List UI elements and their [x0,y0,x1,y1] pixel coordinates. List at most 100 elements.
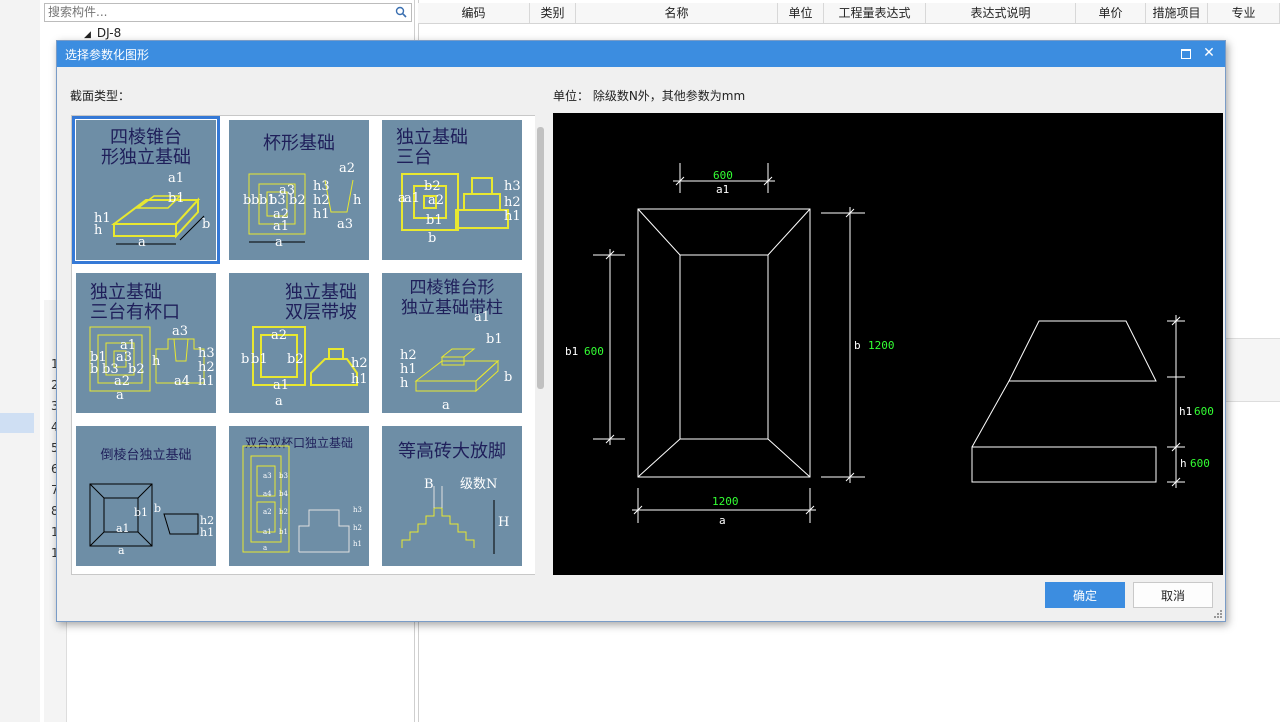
thumbnail-dim-label: a2 [428,193,444,208]
thumbnail-dim-label: b1 [168,191,185,206]
maximize-icon[interactable] [1181,49,1191,59]
thumbnail-dim-label: b3 [269,193,286,208]
shape-thumbnail[interactable]: 独立基础 双层带坡 a2 b b1 b2 a1 a h2 h1 [225,269,373,417]
grid-column-header[interactable]: 专业 [1208,3,1280,23]
grid-column-header[interactable]: 名称 [576,3,778,23]
thumbnail-image: 独立基础 双层带坡 a2 b b1 b2 a1 a h2 h1 [229,273,369,413]
thumbnail-drawing: a2a3 h3b b b1b3 b2a2a1ah2h1ha3 [243,161,362,250]
thumbnail-dim-label: b [428,231,436,246]
dialog-title-bar[interactable]: 选择参数化图形 ✕ [57,41,1225,67]
thumbnail-image: 倒棱台独立基础 b1 a1 a b h2 h1 [76,426,216,566]
grid-column-header[interactable]: 编码 [418,3,530,23]
grid-column-header[interactable]: 单位 [778,3,824,23]
thumbnail-dim-label: a3 [337,217,353,232]
thumbnail-dim-label: a4 [263,490,272,498]
left-dim-label: b1 [565,345,578,358]
thumbnail-dim-label: a1 [116,522,130,535]
shape-thumbnail[interactable]: 四棱锥台形 独立基础带柱 a1 b1 h2 h1 h a b [378,269,526,417]
thumbnail-image: 独立基础 三台 a a1 b2 a2 b1 b h3 h2 h1 [382,120,522,260]
thumbnail-dim-label: h3 [198,346,215,361]
select-parametric-shape-dialog: 选择参数化图形 ✕ 截面类型： 单位： 除级数N外，其他参数为mm 四棱锥台 形独… [56,40,1226,622]
top-dim-label: a1 [716,183,729,196]
thumbnail-dim-label: a2 [339,161,355,176]
grid-column-header[interactable]: 措施项目 [1146,3,1208,23]
preview-drawing: 600 a1 b1 600 b 1200 1200 a h1 600 h 600 [565,163,1214,527]
thumbnail-dim-label: a1 [263,528,272,536]
thumbnail-dim-label: a [442,398,450,413]
thumbnail-image: 双台双杯口独立基础 a3 b3 a4 b4 a2 b2 a1 b1 a h3 h2 h1 [229,426,369,566]
bottom-dim-value: 1200 [712,495,739,508]
right-dim-value: 1200 [868,339,895,352]
thumbnail-dim-label: H [498,515,509,530]
thumbnail-dim-label: a [275,235,283,250]
thumbnail-drawing: aa1b2a2b1bh3h2h1 [398,173,521,246]
shape-thumbnail[interactable]: 倒棱台独立基础 b1 a1 a b h2 h1 [72,422,220,570]
plan-inner-rect [679,254,769,440]
thumbnail-image: 四棱锥台形 独立基础带柱 a1 b1 h2 h1 h a b [382,273,522,413]
thumbnail-dim-label: b3 [279,472,288,480]
close-icon[interactable]: ✕ [1201,44,1217,62]
thumbnail-dim-label: a1 [474,310,490,325]
h-label: h [1180,457,1187,470]
thumbnail-dim-label: h1 [313,207,330,222]
thumbnail-scrollbar[interactable] [535,115,547,575]
shape-thumbnail[interactable]: 独立基础 三台有杯口 a3 a1 b1 a3 b b3 b2 a2 a h h3 h2 h1 a4 [72,269,220,417]
plan-outer-rect [637,208,811,478]
grid-column-header[interactable]: 工程量表达式 [824,3,926,23]
ok-button[interactable]: 确定 [1045,582,1125,608]
thumbnail-dim-label: a1 [168,171,184,186]
thumbnail-dim-label: h1 [353,540,362,548]
search-icon[interactable] [395,6,407,18]
h1-label: h1 [1179,405,1192,418]
thumbnail-dim-label: h2 [198,360,215,375]
shape-thumbnail[interactable]: 独立基础 三台 a a1 b2 a2 b1 b h3 h2 h1 [378,116,526,264]
thumbnail-dim-label: h [152,354,161,369]
grid-column-header[interactable]: 类别 [530,3,576,23]
right-dim-label: b [854,339,861,352]
thumbnail-image: 四棱锥台 形独立基础 a1 b1 h1 h a b [76,120,216,260]
thumbnail-dim-label: a [138,235,146,250]
thumbnail-drawing: a1 b1 h2h1h a b [400,310,512,413]
thumbnail-dim-label: h1 [200,526,214,539]
thumbnail-dim-label: h2 [351,356,368,371]
section-type-label: 截面类型： [70,89,131,103]
shape-thumbnail[interactable]: 等高砖大放脚 B 级数N H [378,422,526,570]
thumbnail-dim-label: a [263,544,267,552]
thumbnail-dim-label: b [202,217,210,232]
thumbnail-dim-label: b [154,502,161,515]
thumbnail-dim-label: b [504,370,512,385]
search-input[interactable] [45,4,388,20]
thumbnail-dim-label: 级数N [460,477,497,492]
thumbnail-dim-label: h [353,193,362,208]
thumbnail-dim-label: a1 [273,378,289,393]
thumbnail-drawing: b1a1abh2h1 [89,483,214,557]
thumbnail-dim-label: a1 [404,191,420,206]
top-dim-value: 600 [713,169,733,182]
left-dim-value: 600 [584,345,604,358]
grid-header: 编码 类别 名称 单位 工程量表达式 表达式说明 单价 措施项目 专业 [418,3,1280,24]
selected-row-highlight [0,413,34,433]
shape-thumbnail[interactable]: 四棱锥台 形独立基础 a1 b1 h1 h a b [72,116,220,264]
shape-preview: 600 a1 b1 600 b 1200 1200 a h1 600 h 600 [553,113,1223,575]
bottom-dim-label: a [719,514,726,527]
tree-node-dj8[interactable]: ◢ DJ-8 [84,26,121,40]
thumbnail-dim-label: h2 [504,195,521,210]
thumbnail-image: 等高砖大放脚 B 级数N H [382,426,522,566]
search-box[interactable] [44,3,412,22]
thumbnail-dim-label: h1 [400,362,417,377]
resize-grip-icon[interactable] [1214,610,1222,618]
expand-arrow-icon[interactable]: ◢ [84,30,91,40]
thumbnail-dim-label: B [424,477,434,492]
thumbnail-dim-label: a2 [271,328,287,343]
scrollbar-thumb[interactable] [537,127,544,389]
thumbnail-dim-label: b2 [279,508,288,516]
thumbnail-dim-label: a2 [114,374,130,389]
grid-column-header[interactable]: 单价 [1076,3,1146,23]
thumbnail-dim-label: b1 [486,332,503,347]
thumbnail-drawing: a1b1h1hab [94,171,210,250]
shape-thumbnail[interactable]: 杯形基础 a2 a3 h3 b b b1 b3 b2 a2 a1 a h2 h1 h a3 [225,116,373,264]
grid-column-header[interactable]: 表达式说明 [926,3,1076,23]
thumbnail-dim-label: a4 [174,374,190,389]
cancel-button[interactable]: 取消 [1133,582,1213,608]
shape-thumbnail[interactable]: 双台双杯口独立基础 a3 b3 a4 b4 a2 b2 a1 b1 a h3 h2 h1 [225,422,373,570]
